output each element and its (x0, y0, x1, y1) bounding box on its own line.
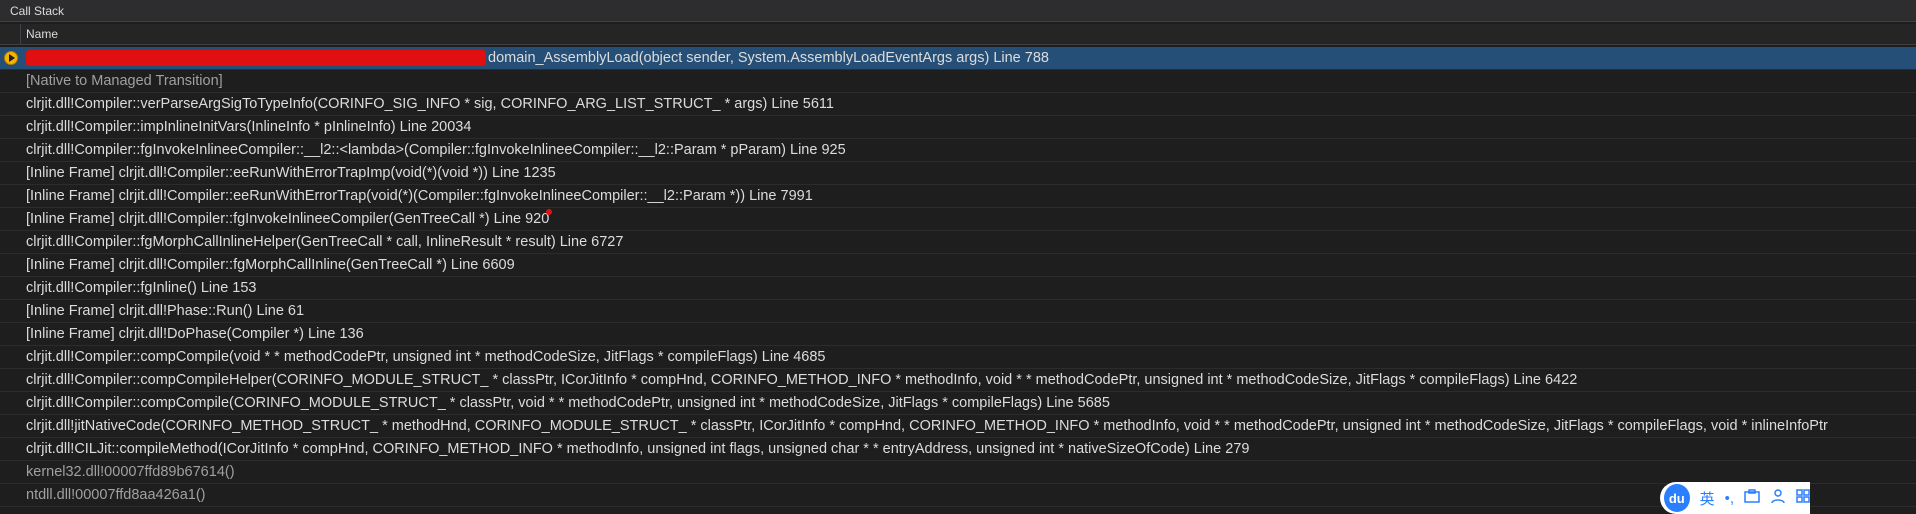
briefcase-icon[interactable] (1744, 489, 1760, 507)
stack-frame-text: [Inline Frame] clrjit.dll!Compiler::fgIn… (26, 211, 550, 227)
stack-frame-text: clrjit.dll!Compiler::compCompileHelper(C… (26, 372, 1578, 388)
cursor-mark (546, 209, 552, 215)
stack-frame-text: clrjit.dll!Compiler::fgInline() Line 153 (26, 280, 257, 296)
stack-frame-text: [Inline Frame] clrjit.dll!Phase::Run() L… (26, 303, 305, 319)
redaction-mark (26, 50, 486, 67)
stack-frame-row[interactable]: [Inline Frame] clrjit.dll!Compiler::eeRu… (0, 185, 1916, 208)
user-icon[interactable] (1770, 488, 1786, 508)
stack-frame-text: [Inline Frame] clrjit.dll!DoPhase(Compil… (26, 326, 364, 342)
stack-frame-row[interactable]: [Inline Frame] clrjit.dll!Compiler::fgIn… (0, 208, 1916, 231)
call-stack-title: Call Stack (0, 0, 1916, 22)
ime-toolbar[interactable]: du 英 •, (1660, 482, 1810, 514)
stack-frame-row[interactable]: clrjit.dll!Compiler::compCompileHelper(C… (0, 369, 1916, 392)
stack-frame-row[interactable]: clrjit.dll!jitNativeCode(CORINFO_METHOD_… (0, 415, 1916, 438)
stack-frame-row[interactable]: [Inline Frame] clrjit.dll!DoPhase(Compil… (0, 323, 1916, 346)
grid-icon[interactable] (1796, 489, 1810, 507)
stack-frame-row[interactable]: clrjit.dll!Compiler::compCompile(void * … (0, 346, 1916, 369)
stack-frame-row[interactable]: kernel32.dll!00007ffd89b67614() (0, 461, 1916, 484)
stack-frame-row[interactable]: clrjit.dll!Compiler::impInlineInitVars(I… (0, 116, 1916, 139)
stack-frame-text: clrjit.dll!Compiler::fgMorphCallInlineHe… (26, 234, 624, 250)
stack-frame-text: [Inline Frame] clrjit.dll!Compiler::eeRu… (26, 188, 813, 204)
stack-frame-row[interactable]: clrjit.dll!Compiler::compCompile(CORINFO… (0, 392, 1916, 415)
stack-frame-text: clrjit.dll!Compiler::impInlineInitVars(I… (26, 119, 472, 135)
column-header: Name (0, 24, 1916, 45)
stack-frame-text: domain_AssemblyLoad(object sender, Syste… (26, 47, 1049, 69)
call-stack-list: domain_AssemblyLoad(object sender, Syste… (0, 47, 1916, 507)
stack-frame-text: kernel32.dll!00007ffd89b67614() (26, 464, 235, 480)
gutter (0, 47, 20, 69)
stack-frame-text: [Inline Frame] clrjit.dll!Compiler::eeRu… (26, 165, 556, 181)
column-header-name[interactable]: Name (26, 24, 58, 44)
stack-frame-row[interactable]: clrjit.dll!Compiler::fgMorphCallInlineHe… (0, 231, 1916, 254)
stack-frame-row[interactable]: clrjit.dll!CILJit::compileMethod(ICorJit… (0, 438, 1916, 461)
stack-frame-row[interactable]: [Inline Frame] clrjit.dll!Compiler::eeRu… (0, 162, 1916, 185)
stack-frame-text: clrjit.dll!Compiler::verParseArgSigToTyp… (26, 96, 834, 112)
stack-frame-row[interactable]: clrjit.dll!Compiler::verParseArgSigToTyp… (0, 93, 1916, 116)
stack-frame-row[interactable]: clrjit.dll!Compiler::fgInline() Line 153 (0, 277, 1916, 300)
gutter-header (0, 24, 21, 44)
stack-frame-text: clrjit.dll!jitNativeCode(CORINFO_METHOD_… (26, 418, 1828, 434)
stack-frame-text: [Native to Managed Transition] (26, 73, 223, 89)
stack-frame-text: [Inline Frame] clrjit.dll!Compiler::fgMo… (26, 257, 515, 273)
stack-frame-text: clrjit.dll!Compiler::fgInvokeInlineeComp… (26, 142, 846, 158)
stack-frame-text: clrjit.dll!Compiler::compCompile(void * … (26, 349, 826, 365)
stack-frame-row[interactable]: domain_AssemblyLoad(object sender, Syste… (0, 47, 1916, 70)
stack-frame-row[interactable]: ntdll.dll!00007ffd8aa426a1() (0, 484, 1916, 507)
current-frame-arrow-icon (4, 51, 18, 65)
stack-frame-text: ntdll.dll!00007ffd8aa426a1() (26, 487, 206, 503)
stack-frame-row[interactable]: [Native to Managed Transition] (0, 70, 1916, 93)
stack-frame-row[interactable]: [Inline Frame] clrjit.dll!Compiler::fgMo… (0, 254, 1916, 277)
ime-logo-icon[interactable]: du (1664, 484, 1690, 512)
stack-frame-row[interactable]: [Inline Frame] clrjit.dll!Phase::Run() L… (0, 300, 1916, 323)
stack-frame-text: clrjit.dll!Compiler::compCompile(CORINFO… (26, 395, 1110, 411)
ime-punctuation-toggle[interactable]: •, (1725, 490, 1734, 507)
stack-frame-text: clrjit.dll!CILJit::compileMethod(ICorJit… (26, 441, 1250, 457)
stack-frame-label: domain_AssemblyLoad(object sender, Syste… (488, 50, 1049, 66)
stack-frame-row[interactable]: clrjit.dll!Compiler::fgInvokeInlineeComp… (0, 139, 1916, 162)
ime-language-toggle[interactable]: 英 (1700, 488, 1715, 509)
